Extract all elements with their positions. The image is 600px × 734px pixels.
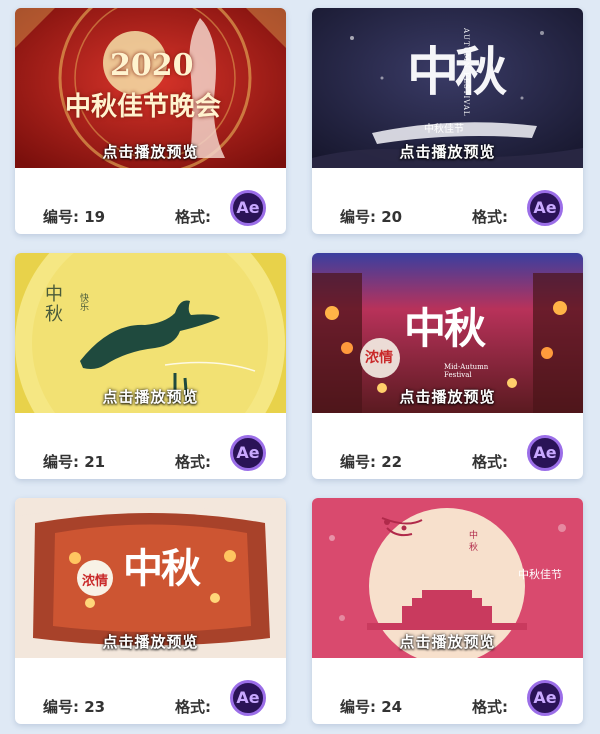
template-card[interactable]: 中秋 快乐 点击播放预览 编号: 21 格式: Ae [15,253,286,479]
template-card[interactable]: 中秋 中秋佳节 AUTUMN FESTIVAL 点击播放预览 编号: 20 格式… [312,8,583,234]
number-value: 22 [381,453,403,471]
number-prefix: 编号: [43,453,79,471]
number-field: 编号: 21 [43,451,105,472]
number-field: 编号: 24 [340,696,402,717]
number-prefix: 编号: [340,208,376,226]
video-thumbnail[interactable]: 中秋 中秋佳节 点击播放预览 [312,498,583,658]
number-prefix: 编号: [340,453,376,471]
video-thumbnail[interactable]: 中秋 浓情 点击播放预览 [15,498,286,658]
number-field: 编号: 22 [340,451,402,472]
play-preview-label[interactable]: 点击播放预览 [312,386,583,407]
after-effects-icon: Ae [527,190,563,226]
video-thumbnail[interactable]: 中秋 浓情 Mid-Autumn Festival 点击播放预览 [312,253,583,413]
format-prefix: 格式: [472,453,508,471]
number-value: 21 [84,453,106,471]
thumb-side-text: AUTUMN FESTIVAL [462,28,470,117]
thumb-title: 中秋 [404,304,486,353]
number-value: 19 [84,208,106,226]
card-meta: 编号: 20 格式: Ae [312,168,583,234]
thumb-title: 中秋佳节晚会 [65,92,222,122]
card-meta: 编号: 19 格式: Ae [15,168,286,234]
number-prefix: 编号: [340,698,376,716]
thumb-subtitle: 浓情 [82,574,109,589]
number-field: 编号: 23 [43,696,105,717]
template-card[interactable]: 中秋 浓情 点击播放预览 编号: 23 格式: Ae [15,498,286,724]
thumb-title-year: 2020 [110,48,194,83]
format-prefix: 格式: [175,698,211,716]
number-field: 编号: 20 [340,206,402,227]
number-value: 20 [381,208,403,226]
play-preview-label[interactable]: 点击播放预览 [312,141,583,162]
number-value: 23 [84,698,106,716]
format-prefix: 格式: [175,453,211,471]
card-meta: 编号: 24 格式: Ae [312,658,583,724]
play-preview-label[interactable]: 点击播放预览 [15,631,286,652]
thumb-side-text: 快乐 [78,293,88,311]
play-preview-label[interactable]: 点击播放预览 [15,141,286,162]
card-meta: 编号: 22 格式: Ae [312,413,583,479]
template-card[interactable]: 中秋 中秋佳节 点击播放预览 编号: 24 格式: Ae [312,498,583,724]
video-thumbnail[interactable]: 中秋 中秋佳节 AUTUMN FESTIVAL 点击播放预览 [312,8,583,168]
number-value: 24 [381,698,403,716]
number-field: 编号: 19 [43,206,105,227]
thumb-title: 中秋 [123,545,201,592]
thumb-title: 中秋 [469,531,479,553]
thumb-title: 中秋 [407,42,507,103]
format-prefix: 格式: [175,208,211,226]
thumb-subtitle: 中秋佳节 [424,124,464,135]
play-preview-label[interactable]: 点击播放预览 [15,386,286,407]
number-prefix: 编号: [43,208,79,226]
after-effects-icon: Ae [230,680,266,716]
number-prefix: 编号: [43,698,79,716]
format-prefix: 格式: [472,698,508,716]
thumb-side-text: Mid-Autumn Festival [444,363,489,379]
after-effects-icon: Ae [527,435,563,471]
after-effects-icon: Ae [230,435,266,471]
card-meta: 编号: 23 格式: Ae [15,658,286,724]
thumb-title: 中秋 [45,284,63,325]
play-preview-label[interactable]: 点击播放预览 [312,631,583,652]
after-effects-icon: Ae [527,680,563,716]
thumb-subtitle: 浓情 [365,350,393,366]
video-thumbnail[interactable]: 中秋 快乐 点击播放预览 [15,253,286,413]
video-thumbnail[interactable]: 2020 中秋佳节晚会 点击播放预览 [15,8,286,168]
thumb-side-text: 中秋佳节 [518,568,562,581]
card-meta: 编号: 21 格式: Ae [15,413,286,479]
after-effects-icon: Ae [230,190,266,226]
format-prefix: 格式: [472,208,508,226]
template-card[interactable]: 中秋 浓情 Mid-Autumn Festival 点击播放预览 编号: 22 … [312,253,583,479]
template-card[interactable]: 2020 中秋佳节晚会 点击播放预览 编号: 19 格式: Ae [15,8,286,234]
